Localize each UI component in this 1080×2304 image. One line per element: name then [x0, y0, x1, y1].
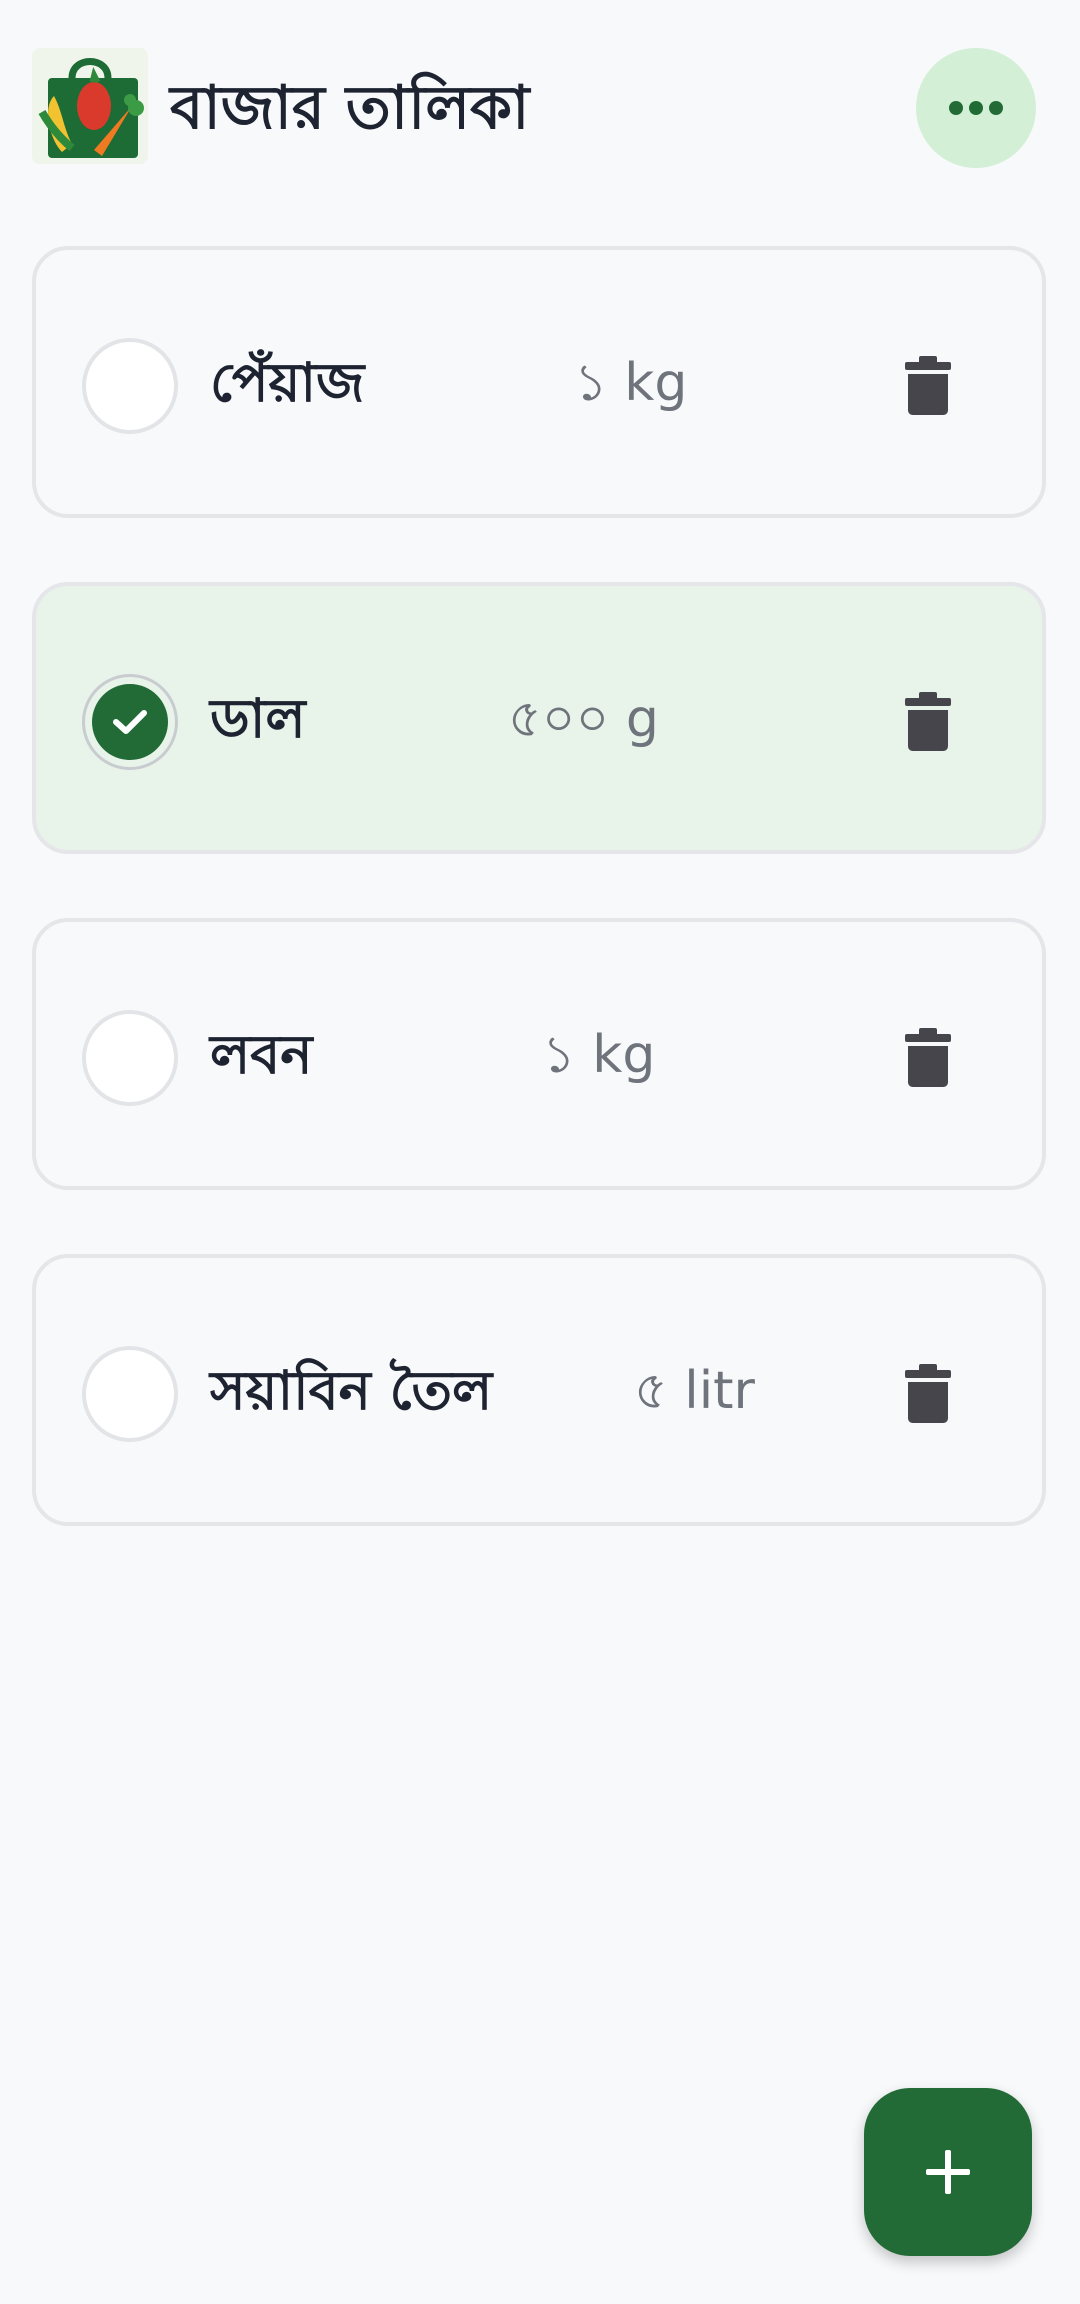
list-item: সয়াবিন তৈল ৫ litr [32, 1254, 1046, 1526]
grocery-bag-logo-icon [32, 48, 148, 164]
trash-icon [905, 356, 951, 415]
checkmark-icon [113, 710, 147, 734]
item-quantity: ১ kg [574, 353, 688, 413]
item-quantity: ৫ litr [634, 1361, 755, 1421]
item-checkbox[interactable] [82, 1010, 178, 1106]
add-item-button[interactable] [864, 2088, 1032, 2256]
plus-icon [926, 2150, 970, 2194]
item-quantity: ১ kg [542, 1025, 656, 1085]
trash-icon [905, 692, 951, 751]
list-item: লবন ১ kg [32, 918, 1046, 1190]
page-title: বাজার তালিকা [170, 73, 530, 143]
item-name: লবন [210, 1023, 313, 1086]
trash-icon [905, 1364, 951, 1423]
more-options-button[interactable] [916, 48, 1036, 168]
app-header: বাজার তালিকা [32, 48, 1036, 168]
delete-item-button[interactable] [892, 686, 964, 758]
item-name: সয়াবিন তৈল [210, 1359, 493, 1422]
item-checkbox[interactable] [82, 1346, 178, 1442]
item-checkbox[interactable] [82, 674, 178, 770]
delete-item-button[interactable] [892, 1358, 964, 1430]
item-checkbox[interactable] [82, 338, 178, 434]
list-item: পেঁয়াজ ১ kg [32, 246, 1046, 518]
delete-item-button[interactable] [892, 1022, 964, 1094]
more-horizontal-icon [949, 101, 1003, 115]
list-item: ডাল ৫০০ g [32, 582, 1046, 854]
delete-item-button[interactable] [892, 350, 964, 422]
item-name: পেঁয়াজ [210, 351, 365, 414]
item-name: ডাল [210, 687, 306, 750]
item-quantity: ৫০০ g [508, 689, 659, 749]
trash-icon [905, 1028, 951, 1087]
checkmark-fill [92, 684, 168, 760]
